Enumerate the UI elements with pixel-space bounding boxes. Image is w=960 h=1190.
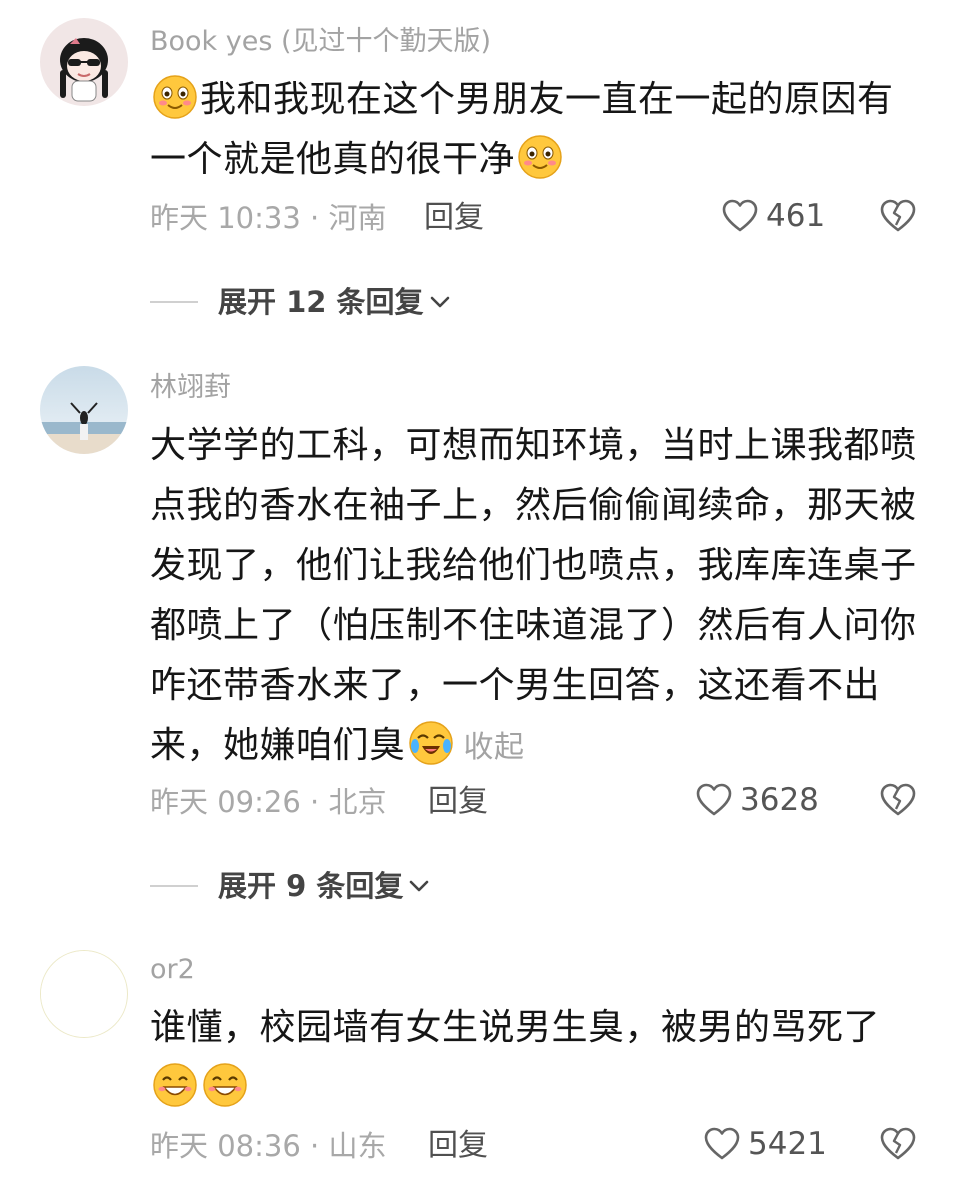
comment-item: or2 谁懂，校园墙有女生说男生臭，被男的骂死了 昨天 08:36 · 山东 回… <box>0 930 960 1190</box>
broken-heart-icon <box>880 1127 916 1160</box>
grin-emoji <box>203 1063 247 1107</box>
like-count: 461 <box>766 198 826 234</box>
anime-girl-avatar-icon <box>40 18 128 106</box>
like-count: 5421 <box>748 1126 827 1162</box>
comment-text-line: 一个就是他真的很干净 <box>150 139 516 180</box>
heart-outline-icon <box>696 783 732 816</box>
like-button[interactable]: 3628 <box>694 780 819 820</box>
divider-line <box>150 885 198 887</box>
like-count: 3628 <box>740 782 819 818</box>
user-avatar[interactable] <box>40 18 128 106</box>
username[interactable]: or2 <box>150 952 195 988</box>
comment-text-line: 点我的香水在袖子上，然后偷偷闻续命，那天被 <box>150 485 917 526</box>
like-button[interactable]: 5421 <box>702 1124 827 1164</box>
comment-text-line: 都喷上了（怕压制不住味道混了）然后有人问你 <box>150 605 917 646</box>
chevron-down-icon <box>410 880 429 892</box>
dislike-button[interactable] <box>878 780 918 824</box>
like-button[interactable]: 461 <box>720 196 825 236</box>
comment-text-line: 我和我现在这个男朋友一直在一起的原因有 <box>200 79 894 120</box>
shy-smile-emoji <box>518 135 562 179</box>
comment-text-line: 来，她嫌咱们臭 <box>150 725 406 766</box>
broken-heart-icon <box>880 199 916 232</box>
expand-replies-button[interactable]: 展开 9 条回复 <box>150 866 431 906</box>
comment-text-line: 大学学的工科，可想而知环境，当时上课我都喷 <box>150 425 917 466</box>
expand-replies-label: 展开 9 条回复 <box>218 869 404 903</box>
user-avatar[interactable] <box>40 366 128 454</box>
username[interactable]: 林翊葑 <box>150 370 231 406</box>
reply-button[interactable]: 回复 <box>424 198 484 238</box>
beach-photo-avatar-icon <box>40 366 128 454</box>
blank-avatar-icon <box>41 951 126 1036</box>
comment-text: 谁懂，校园墙有女生说男生臭，被男的骂死了 <box>150 998 920 1118</box>
comment-item: Book yes (见过十个勤天版) 我和我现在这个男朋友一直在一起的原因有 一… <box>0 0 960 340</box>
collapse-button[interactable]: 收起 <box>464 730 525 765</box>
comment-time-location: 昨天 09:26 · 北京 <box>150 785 387 819</box>
chevron-down-icon <box>430 296 449 308</box>
dislike-button[interactable] <box>878 196 918 240</box>
comment-text: 大学学的工科，可想而知环境，当时上课我都喷 点我的香水在袖子上，然后偷偷闻续命，… <box>150 416 920 778</box>
comment-text-line: 咋还带香水来了，一个男生回答，这还看不出 <box>150 665 881 706</box>
comment-text-line: 发现了，他们让我给他们也喷点，我库库连桌子 <box>150 545 917 586</box>
divider-line <box>150 301 198 303</box>
shy-smile-emoji <box>153 75 197 119</box>
crying-laugh-emoji <box>408 721 453 765</box>
grin-emoji <box>153 1063 197 1107</box>
heart-outline-icon <box>704 1127 740 1160</box>
username[interactable]: Book yes (见过十个勤天版) <box>150 24 491 60</box>
broken-heart-icon <box>880 783 916 816</box>
dislike-button[interactable] <box>878 1124 918 1168</box>
reply-button[interactable]: 回复 <box>428 1126 488 1166</box>
expand-replies-label: 展开 12 条回复 <box>218 285 424 319</box>
comment-text-line: 谁懂，校园墙有女生说男生臭，被男的骂死了 <box>150 1007 881 1048</box>
user-avatar[interactable] <box>40 950 128 1038</box>
reply-button[interactable]: 回复 <box>428 782 488 822</box>
comment-text: 我和我现在这个男朋友一直在一起的原因有 一个就是他真的很干净 <box>150 70 920 190</box>
comment-time-location: 昨天 10:33 · 河南 <box>150 201 387 235</box>
comment-item: 林翊葑 大学学的工科，可想而知环境，当时上课我都喷 点我的香水在袖子上，然后偷偷… <box>0 340 960 930</box>
expand-replies-button[interactable]: 展开 12 条回复 <box>150 282 452 322</box>
comment-time-location: 昨天 08:36 · 山东 <box>150 1129 387 1163</box>
heart-outline-icon <box>722 199 758 232</box>
